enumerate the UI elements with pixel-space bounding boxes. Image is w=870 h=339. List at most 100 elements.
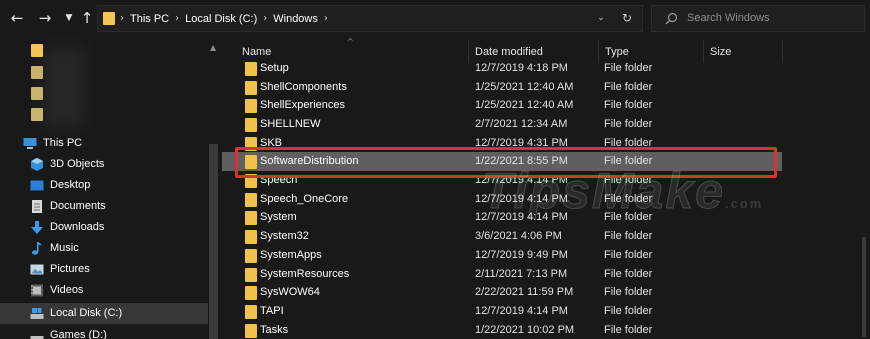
downloads-icon	[31, 221, 43, 234]
folder-icon	[245, 193, 257, 207]
sidebar-item-pictures[interactable]: Pictures	[0, 259, 208, 280]
file-type: File folder	[604, 324, 653, 336]
refresh-button[interactable]: ↻	[619, 10, 635, 26]
folder-icon	[245, 118, 257, 132]
breadcrumb: › This PC › Local Disk (C:) › Windows ›	[120, 6, 328, 31]
watermark-text: TipsMake	[482, 163, 725, 220]
file-date: 12/7/2019 4:18 PM	[475, 62, 568, 74]
quick-access-folder-icon[interactable]	[31, 108, 43, 121]
arrow-left-icon: ←	[10, 9, 24, 27]
breadcrumb-separator[interactable]: ›	[324, 13, 328, 24]
arrow-up-icon: ↑	[80, 9, 94, 27]
up-button[interactable]: ↑	[78, 9, 96, 27]
pictures-icon	[30, 264, 44, 275]
chevron-down-icon: ▼	[65, 13, 73, 23]
file-row[interactable]: ShellExperiences 1/25/2021 12:40 AM File…	[222, 96, 782, 115]
documents-icon	[32, 200, 42, 213]
breadcrumb-local-disk[interactable]: Local Disk (C:)	[185, 13, 257, 25]
sidebar-item-label: Local Disk (C:)	[50, 307, 123, 319]
folder-icon	[245, 305, 257, 319]
forward-button[interactable]: →	[36, 9, 54, 27]
file-type: File folder	[604, 305, 653, 317]
column-divider[interactable]	[782, 40, 783, 63]
drive-icon	[30, 336, 44, 339]
address-bar[interactable]: › This PC › Local Disk (C:) › Windows › …	[97, 5, 643, 32]
navigation-scrollbar[interactable]	[209, 144, 218, 339]
folder-icon	[103, 12, 115, 25]
file-row[interactable]: System32 3/6/2021 4:06 PM File folder	[222, 227, 782, 246]
sidebar-item-desktop[interactable]: Desktop	[0, 175, 208, 196]
sidebar-item-music[interactable]: Music	[0, 238, 208, 259]
file-row[interactable]: ShellComponents 1/25/2021 12:40 AM File …	[222, 78, 782, 97]
file-row[interactable]: TAPI 12/7/2019 4:14 PM File folder	[222, 302, 782, 321]
sidebar-item-3d-objects[interactable]: 3D Objects	[0, 154, 208, 175]
file-date: 12/7/2019 4:14 PM	[475, 305, 568, 317]
file-type: File folder	[604, 62, 653, 74]
file-row[interactable]: SystemApps 12/7/2019 9:49 PM File folder	[222, 246, 782, 265]
quick-access-folder-icon[interactable]	[31, 87, 43, 100]
folder-icon	[245, 99, 257, 113]
file-name: ShellComponents	[260, 81, 347, 93]
3d-objects-icon	[31, 158, 43, 171]
file-name: ShellExperiences	[260, 99, 345, 111]
folder-icon	[245, 268, 257, 282]
breadcrumb-separator[interactable]: ›	[175, 13, 179, 24]
breadcrumb-separator[interactable]: ›	[263, 13, 267, 24]
file-type: File folder	[604, 81, 653, 93]
folder-icon	[245, 62, 257, 76]
sidebar-item-label: Videos	[50, 284, 84, 296]
file-type: File folder	[604, 286, 653, 298]
file-list: ^ Name Date modified Type Size Setup 12/…	[222, 37, 870, 339]
search-input[interactable]: Search Windows	[651, 5, 865, 32]
file-date: 12/7/2019 9:49 PM	[475, 249, 568, 261]
address-history-button[interactable]: ⌄	[594, 11, 608, 25]
videos-icon	[31, 284, 43, 297]
sidebar-item-label: This PC	[43, 137, 83, 149]
file-name: System	[260, 211, 297, 223]
recent-locations-button[interactable]: ▼	[60, 9, 78, 27]
file-name: TAPI	[260, 305, 284, 317]
breadcrumb-this-pc[interactable]: This PC	[130, 13, 169, 25]
sidebar-item-label: Documents	[50, 200, 106, 212]
quick-access-folder-icon[interactable]	[31, 44, 43, 57]
quick-access-folder-icon[interactable]	[31, 66, 43, 79]
breadcrumb-separator[interactable]: ›	[120, 13, 124, 24]
file-type: File folder	[604, 99, 653, 111]
file-date: 1/25/2021 12:40 AM	[475, 99, 574, 111]
file-date: 2/11/2021 7:13 PM	[475, 268, 568, 280]
drive-icon	[30, 308, 44, 319]
file-list-scrollbar[interactable]	[862, 237, 866, 337]
folder-icon	[245, 286, 257, 300]
sidebar-item-games-d[interactable]: Games (D:)	[0, 325, 208, 339]
file-row[interactable]: SHELLNEW 2/7/2021 12:34 AM File folder	[222, 115, 782, 134]
back-button[interactable]: ←	[8, 9, 26, 27]
sidebar-item-documents[interactable]: Documents	[0, 196, 208, 217]
folder-icon	[245, 81, 257, 95]
file-type: File folder	[604, 268, 653, 280]
sidebar-item-label: Downloads	[50, 221, 105, 233]
folder-icon	[245, 211, 257, 225]
blurred-quick-access-labels	[44, 47, 84, 127]
file-row[interactable]: SysWOW64 2/22/2021 11:59 PM File folder	[222, 283, 782, 302]
sidebar-item-local-disk-c[interactable]: Local Disk (C:)	[0, 303, 208, 324]
music-icon	[32, 242, 42, 255]
sidebar-item-this-pc[interactable]: This PC	[0, 133, 208, 154]
folder-icon	[245, 249, 257, 263]
arrow-right-icon: →	[38, 9, 52, 27]
file-type: File folder	[604, 230, 653, 242]
sidebar-item-downloads[interactable]: Downloads	[0, 217, 208, 238]
file-date: 2/7/2021 12:34 AM	[475, 118, 568, 130]
sidebar-item-videos[interactable]: Videos	[0, 280, 208, 301]
file-row[interactable]: Tasks 1/22/2021 10:02 PM File folder	[222, 321, 782, 339]
breadcrumb-windows[interactable]: Windows	[273, 13, 318, 25]
desktop-icon	[30, 180, 44, 191]
file-name: Setup	[260, 62, 289, 74]
file-date: 1/25/2021 12:40 AM	[475, 81, 574, 93]
sort-ascending-icon: ^	[347, 37, 354, 46]
address-toolbar: ← → ▼ ↑ › This PC › Local Disk (C:) › Wi…	[0, 0, 870, 37]
pc-icon	[23, 138, 37, 149]
scroll-up-icon[interactable]: ▲	[210, 43, 216, 52]
file-row[interactable]: SystemResources 2/11/2021 7:13 PM File f…	[222, 265, 782, 284]
file-row[interactable]: Setup 12/7/2019 4:18 PM File folder	[222, 59, 782, 78]
watermark-suffix: .com	[724, 196, 764, 211]
